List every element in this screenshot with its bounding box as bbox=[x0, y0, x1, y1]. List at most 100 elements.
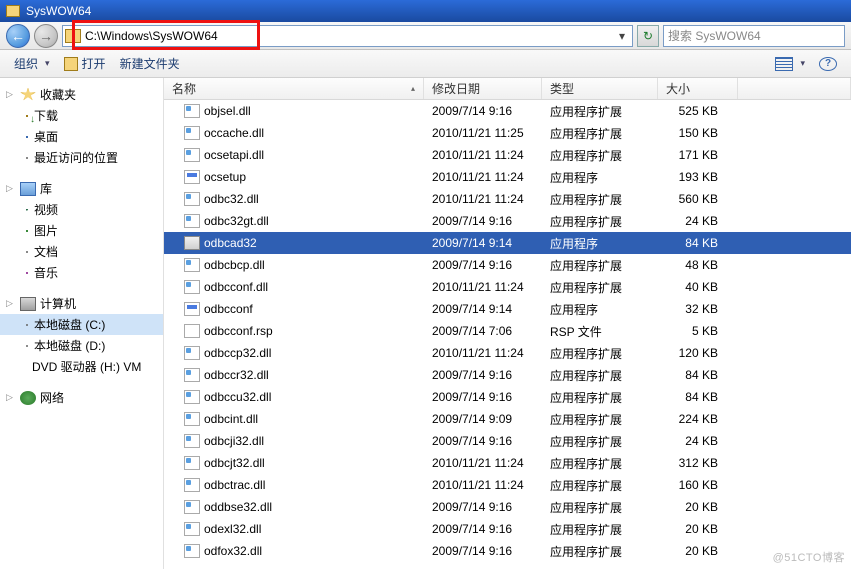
file-row[interactable]: odbcconf.dll2010/11/21 11:24应用程序扩展40 KB bbox=[164, 276, 851, 298]
sidebar-item[interactable]: DVD 驱动器 (H:) VM bbox=[0, 356, 163, 377]
file-size: 24 KB bbox=[658, 214, 738, 228]
file-list[interactable]: objsel.dll2009/7/14 9:16应用程序扩展525 KBocca… bbox=[164, 100, 851, 569]
file-icon bbox=[184, 390, 200, 404]
file-icon bbox=[184, 170, 200, 184]
file-size: 150 KB bbox=[658, 126, 738, 140]
sidebar-item[interactable]: 视频 bbox=[0, 199, 163, 220]
file-size: 193 KB bbox=[658, 170, 738, 184]
organize-menu[interactable]: 组织 bbox=[8, 53, 56, 74]
file-row[interactable]: odbcconf.rsp2009/7/14 7:06RSP 文件5 KB bbox=[164, 320, 851, 342]
file-row[interactable]: oddbse32.dll2009/7/14 9:16应用程序扩展20 KB bbox=[164, 496, 851, 518]
file-row[interactable]: odbcconf 2009/7/14 9:14应用程序32 KB bbox=[164, 298, 851, 320]
forward-button[interactable]: → bbox=[34, 24, 58, 48]
file-date: 2010/11/21 11:24 bbox=[424, 280, 542, 294]
sidebar-computer-header[interactable]: ▷计算机 bbox=[0, 293, 163, 314]
open-button[interactable]: 打开 bbox=[58, 53, 112, 74]
address-dropdown-icon[interactable]: ▾ bbox=[614, 29, 630, 43]
sidebar-item[interactable]: 桌面 bbox=[0, 126, 163, 147]
file-date: 2010/11/21 11:24 bbox=[424, 148, 542, 162]
file-date: 2009/7/14 9:16 bbox=[424, 522, 542, 536]
file-name: odfox32.dll bbox=[204, 544, 262, 558]
file-row[interactable]: ocsetapi.dll2010/11/21 11:24应用程序扩展171 KB bbox=[164, 144, 851, 166]
file-type: 应用程序扩展 bbox=[542, 433, 658, 450]
file-type: 应用程序 bbox=[542, 301, 658, 318]
file-icon bbox=[184, 148, 200, 162]
file-row[interactable]: odbccu32.dll2009/7/14 9:16应用程序扩展84 KB bbox=[164, 386, 851, 408]
file-row[interactable]: objsel.dll2009/7/14 9:16应用程序扩展525 KB bbox=[164, 100, 851, 122]
file-row[interactable]: odexl32.dll2009/7/14 9:16应用程序扩展20 KB bbox=[164, 518, 851, 540]
file-row[interactable]: odbccr32.dll2009/7/14 9:16应用程序扩展84 KB bbox=[164, 364, 851, 386]
file-date: 2009/7/14 9:14 bbox=[424, 236, 542, 250]
file-type: 应用程序扩展 bbox=[542, 257, 658, 274]
column-size[interactable]: 大小 bbox=[658, 78, 738, 99]
view-menu[interactable] bbox=[769, 55, 811, 73]
file-size: 32 KB bbox=[658, 302, 738, 316]
column-name[interactable]: 名称▴ bbox=[164, 78, 424, 99]
file-name: odbcconf.dll bbox=[204, 280, 268, 294]
file-row[interactable]: odbcjt32.dll2010/11/21 11:24应用程序扩展312 KB bbox=[164, 452, 851, 474]
file-icon bbox=[184, 544, 200, 558]
file-row[interactable]: odbccp32.dll2010/11/21 11:24应用程序扩展120 KB bbox=[164, 342, 851, 364]
file-type: 应用程序扩展 bbox=[542, 125, 658, 142]
file-icon bbox=[184, 522, 200, 536]
file-date: 2009/7/14 9:14 bbox=[424, 302, 542, 316]
file-row[interactable]: odfox32.dll2009/7/14 9:16应用程序扩展20 KB bbox=[164, 540, 851, 562]
file-name: occache.dll bbox=[204, 126, 264, 140]
file-row[interactable]: odbc32.dll2010/11/21 11:24应用程序扩展560 KB bbox=[164, 188, 851, 210]
file-row[interactable]: odbcbcp.dll2009/7/14 9:16应用程序扩展48 KB bbox=[164, 254, 851, 276]
sidebar-item[interactable]: 本地磁盘 (C:) bbox=[0, 314, 163, 335]
sidebar-item-label: 本地磁盘 (C:) bbox=[34, 316, 105, 333]
navigation-pane: ▷收藏夹 下载桌面最近访问的位置 ▷库 视频图片文档音乐 ▷计算机 本地磁盘 (… bbox=[0, 78, 164, 569]
file-row[interactable]: occache.dll 2010/11/21 11:25应用程序扩展150 KB bbox=[164, 122, 851, 144]
file-size: 20 KB bbox=[658, 500, 738, 514]
column-type[interactable]: 类型 bbox=[542, 78, 658, 99]
drive-icon bbox=[26, 345, 28, 347]
file-icon bbox=[184, 280, 200, 294]
file-row[interactable]: odbcint.dll2009/7/14 9:09应用程序扩展224 KB bbox=[164, 408, 851, 430]
sidebar-network-header[interactable]: ▷网络 bbox=[0, 387, 163, 408]
sidebar-item[interactable]: 文档 bbox=[0, 241, 163, 262]
file-date: 2010/11/21 11:24 bbox=[424, 170, 542, 184]
sidebar-favorites-header[interactable]: ▷收藏夹 bbox=[0, 84, 163, 105]
file-date: 2010/11/21 11:25 bbox=[424, 126, 542, 140]
back-button[interactable]: ← bbox=[6, 24, 30, 48]
window-title: SysWOW64 bbox=[26, 4, 91, 18]
sidebar-item-label: 音乐 bbox=[34, 264, 58, 281]
sidebar-item[interactable]: 最近访问的位置 bbox=[0, 147, 163, 168]
sidebar-item[interactable]: 本地磁盘 (D:) bbox=[0, 335, 163, 356]
refresh-button[interactable]: ↻ bbox=[637, 25, 659, 47]
file-row[interactable]: odbcad322009/7/14 9:14应用程序84 KB bbox=[164, 232, 851, 254]
search-input[interactable]: 搜索 SysWOW64 bbox=[663, 25, 845, 47]
file-date: 2009/7/14 9:16 bbox=[424, 104, 542, 118]
sidebar-libraries-header[interactable]: ▷库 bbox=[0, 178, 163, 199]
file-type: 应用程序扩展 bbox=[542, 543, 658, 560]
file-row[interactable]: ocsetup2010/11/21 11:24应用程序193 KB bbox=[164, 166, 851, 188]
search-placeholder: 搜索 SysWOW64 bbox=[668, 27, 761, 44]
file-type: 应用程序扩展 bbox=[542, 103, 658, 120]
sidebar-item[interactable]: 音乐 bbox=[0, 262, 163, 283]
address-input[interactable]: C:\Windows\SysWOW64 ▾ bbox=[62, 25, 633, 47]
file-row[interactable]: odbcji32.dll2009/7/14 9:16应用程序扩展24 KB bbox=[164, 430, 851, 452]
sidebar-item[interactable]: 图片 bbox=[0, 220, 163, 241]
file-type: 应用程序扩展 bbox=[542, 147, 658, 164]
file-type: 应用程序扩展 bbox=[542, 477, 658, 494]
file-type: 应用程序扩展 bbox=[542, 367, 658, 384]
sidebar-item[interactable]: 下载 bbox=[0, 105, 163, 126]
new-folder-button[interactable]: 新建文件夹 bbox=[114, 53, 186, 74]
file-icon bbox=[184, 500, 200, 514]
drive-icon bbox=[26, 324, 28, 326]
file-row[interactable]: odbc32gt.dll2009/7/14 9:16应用程序扩展24 KB bbox=[164, 210, 851, 232]
file-row[interactable]: odbctrac.dll2010/11/21 11:24应用程序扩展160 KB bbox=[164, 474, 851, 496]
music-icon bbox=[26, 272, 28, 274]
help-icon: ? bbox=[819, 57, 837, 71]
sidebar-item-label: 视频 bbox=[34, 201, 58, 218]
help-button[interactable]: ? bbox=[813, 55, 843, 73]
doc-icon bbox=[26, 251, 28, 253]
file-size: 20 KB bbox=[658, 522, 738, 536]
column-date[interactable]: 修改日期 bbox=[424, 78, 542, 99]
file-name: odbcconf bbox=[204, 302, 253, 316]
file-type: 应用程序扩展 bbox=[542, 191, 658, 208]
sidebar-item-label: 图片 bbox=[34, 222, 58, 239]
folder-icon bbox=[65, 29, 81, 43]
file-list-pane: 名称▴ 修改日期 类型 大小 objsel.dll2009/7/14 9:16应… bbox=[164, 78, 851, 569]
